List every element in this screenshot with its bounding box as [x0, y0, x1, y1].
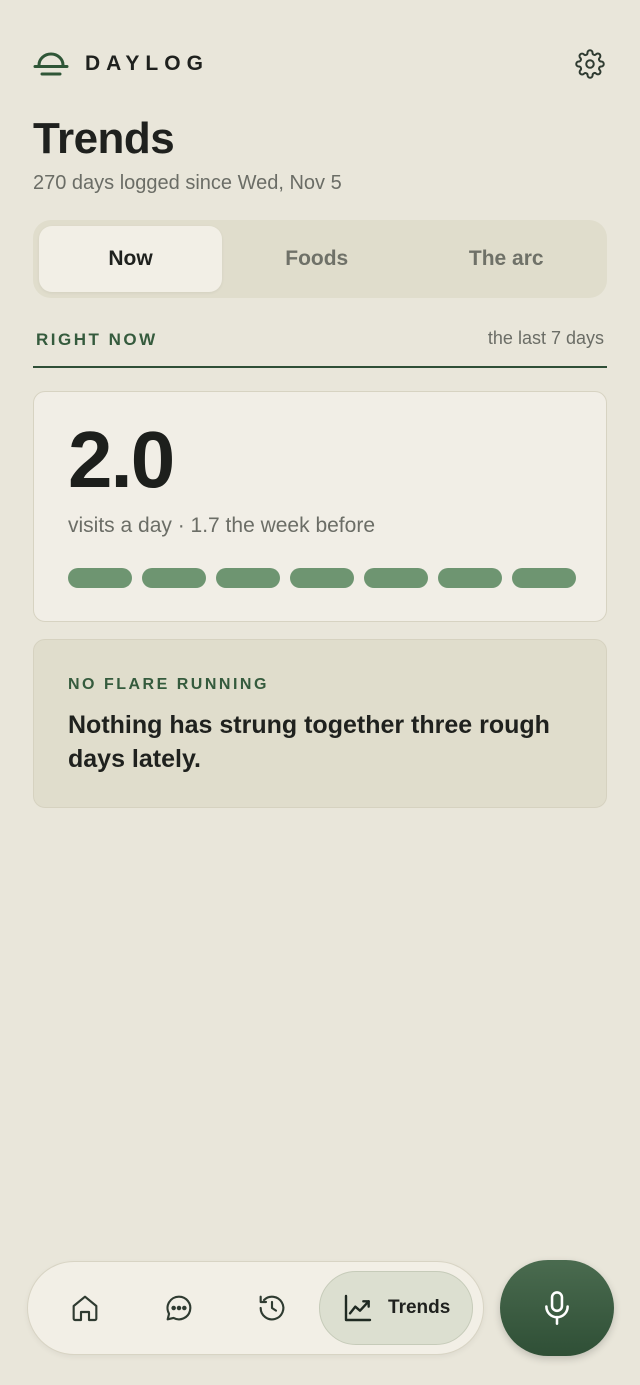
tab-now[interactable]: Now [39, 226, 222, 292]
nav-chat[interactable] [132, 1271, 226, 1345]
microphone-icon [545, 1291, 569, 1325]
day-pill [290, 568, 354, 588]
section-heading: RIGHT NOW the last 7 days [33, 324, 607, 368]
day-pills [68, 568, 576, 588]
page-subtitle: 270 days logged since Wed, Nov 5 [33, 172, 342, 194]
brand: DAYLOG [33, 49, 209, 79]
page-title: Trends [33, 114, 175, 163]
flare-label: NO FLARE RUNNING [68, 676, 269, 693]
nav-home[interactable] [38, 1271, 132, 1345]
chat-bubble-icon [166, 1295, 191, 1321]
nav-trends-label: Trends [388, 1297, 451, 1318]
brand-name: DAYLOG [85, 52, 209, 75]
flare-text: Nothing has strung together three rough … [68, 711, 550, 773]
day-pill [216, 568, 280, 588]
tab-foods[interactable]: Foods [222, 226, 412, 292]
bowl-dome-icon [33, 52, 69, 76]
stat-value: 2.0 [68, 415, 175, 504]
segmented-tabs: Now Foods The arc [33, 220, 607, 298]
gear-icon [575, 49, 605, 79]
microphone-button[interactable] [500, 1260, 614, 1356]
history-icon [260, 1295, 285, 1321]
settings-button[interactable] [573, 47, 607, 81]
trend-chart-icon [344, 1294, 372, 1322]
day-pill [364, 568, 428, 588]
tab-the-arc[interactable]: The arc [412, 226, 602, 292]
bottom-nav: Trends [27, 1261, 484, 1355]
section-range: the last 7 days [487, 328, 604, 348]
day-pill [68, 568, 132, 588]
day-pill [438, 568, 502, 588]
app-root: DAYLOG Trends 270 days logged since Wed,… [0, 0, 640, 1385]
day-pill [512, 568, 576, 588]
header: DAYLOG [33, 46, 607, 82]
nav-history[interactable] [226, 1271, 320, 1345]
flare-status-card: NO FLARE RUNNING Nothing has strung toge… [33, 639, 607, 808]
home-icon [72, 1295, 98, 1322]
day-pill [142, 568, 206, 588]
stat-caption: visits a day · 1.7 the week before [68, 514, 375, 537]
visits-stat-card: 2.0 visits a day · 1.7 the week before [33, 391, 607, 622]
nav-trends[interactable]: Trends [319, 1271, 473, 1345]
section-label: RIGHT NOW [36, 330, 158, 349]
